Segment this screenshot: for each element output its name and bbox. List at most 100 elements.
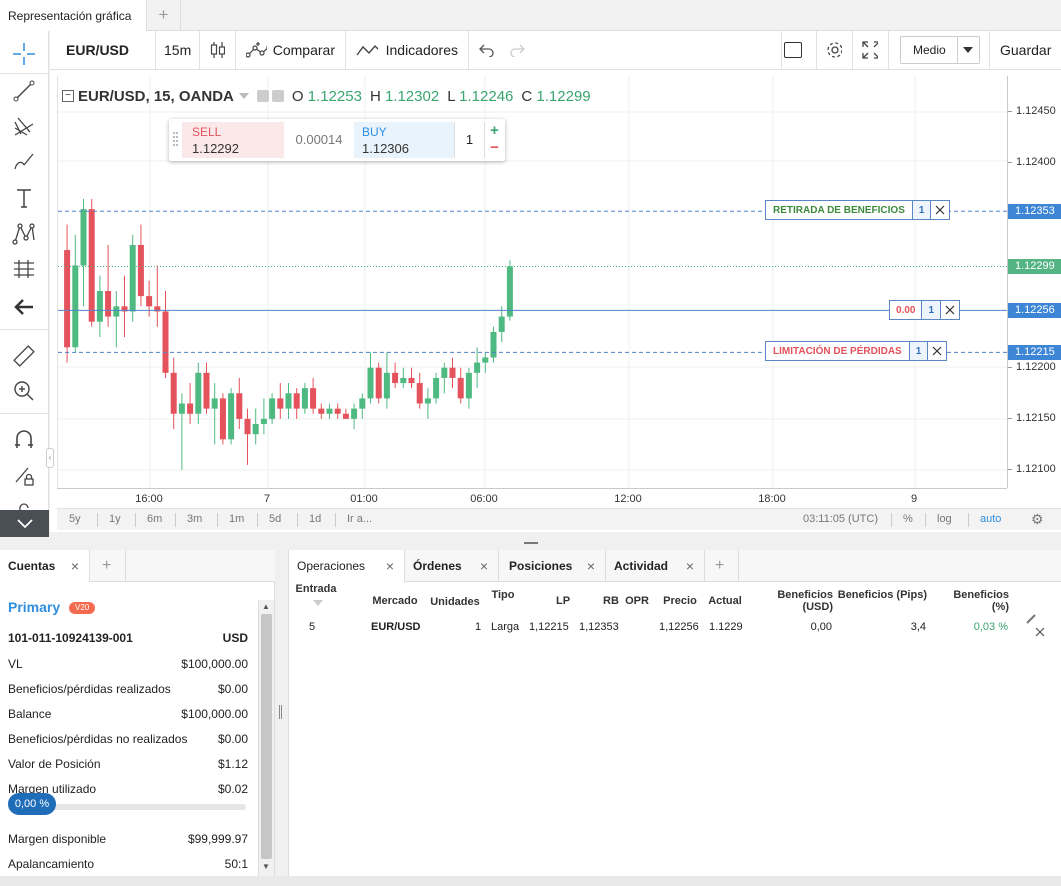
take-profit-close[interactable] (931, 201, 949, 219)
account-row-label: Balance (8, 707, 52, 721)
account-row-label: Margen disponible (8, 832, 107, 846)
candle (211, 383, 218, 445)
candle (121, 275, 128, 338)
scroll-down-icon[interactable]: ▼ (262, 862, 270, 871)
price-axis[interactable]: 1.12450 1.12400 1.12200 1.12150 1.12100 1.123… (1007, 76, 1061, 488)
price-tick-label: 1.12450 (1008, 105, 1056, 117)
chevron-down-icon (16, 518, 33, 528)
range-button[interactable]: 1m (229, 513, 244, 525)
prediction-icon[interactable] (8, 254, 40, 284)
panel-divider[interactable] (0, 537, 1061, 550)
close-icon[interactable]: × (71, 558, 79, 574)
range-separator (968, 513, 969, 527)
compare-icon (246, 42, 267, 58)
edit-icon[interactable] (1026, 614, 1036, 624)
stop-loss-order[interactable]: LIMITACIÓN DE PÉRDIDAS 1 (765, 341, 948, 361)
add-tab-icon[interactable]: + (147, 0, 181, 31)
stop-loss-close[interactable] (928, 342, 946, 360)
crosshair-icon[interactable] (8, 39, 40, 69)
fullscreen-button[interactable] (853, 31, 889, 69)
time-axis[interactable]: 16:00 7 01:00 06:00 12:00 18:00 9 (57, 488, 1007, 508)
log-toggle[interactable]: log (937, 513, 952, 525)
redo-icon[interactable] (509, 43, 525, 57)
candle (162, 291, 169, 378)
gear-icon[interactable]: ⚙ (1031, 511, 1044, 528)
margin-percent-badge: 0,00 % (8, 793, 56, 815)
arrow-left-icon[interactable] (8, 292, 40, 322)
ruler-icon[interactable] (8, 341, 40, 371)
indicators-button[interactable]: Indicadores (346, 31, 469, 69)
chart-legend: − EUR/USD, 15, OANDA O 1.12253 H 1.12302… (62, 85, 591, 107)
account-row-label: VL (8, 657, 23, 671)
settings-icon[interactable] (271, 90, 284, 102)
close-icon (945, 305, 955, 315)
scroll-up-icon[interactable]: ▲ (262, 602, 270, 611)
collapse-toolbar-button[interactable] (0, 510, 49, 537)
range-button[interactable]: 1y (109, 513, 121, 525)
zoom-in-icon[interactable] (8, 376, 40, 406)
range-button[interactable]: 5d (269, 513, 281, 525)
position-line-label[interactable]: 0.00 1 (889, 300, 961, 320)
auto-toggle[interactable]: auto (980, 513, 1001, 525)
add-tab-icon[interactable]: + (90, 550, 126, 582)
increase-quantity-button[interactable]: + (484, 122, 504, 140)
compare-button[interactable]: Comparar (236, 31, 346, 69)
compare-label: Comparar (272, 42, 335, 58)
take-profit-label: RETIRADA DE BENEFICIOS (766, 201, 913, 219)
pattern-icon[interactable] (8, 219, 40, 249)
scrollbar-thumb[interactable] (261, 614, 272, 859)
drag-handle-icon[interactable] (173, 132, 178, 146)
candle (260, 398, 267, 435)
caret-down-icon[interactable] (238, 93, 249, 99)
range-button[interactable]: 1d (309, 513, 321, 525)
resize-handle-icon[interactable] (524, 542, 538, 544)
range-button[interactable]: Ir a... (347, 513, 372, 525)
decrease-quantity-button[interactable]: − (484, 140, 504, 158)
candle (170, 357, 177, 430)
range-button[interactable]: 3m (187, 513, 202, 525)
brush-icon[interactable] (8, 146, 40, 176)
candle (408, 367, 415, 389)
trend-line-icon[interactable] (8, 76, 40, 106)
percent-toggle[interactable]: % (903, 513, 913, 525)
pitchfork-icon[interactable] (8, 111, 40, 141)
account-row-value: $1.12 (217, 757, 248, 771)
last-price-label: 1.12299 (1008, 259, 1061, 275)
account-row-label: Apalancamiento (8, 857, 95, 871)
interval-button[interactable]: 15m (156, 31, 200, 69)
tab-chart[interactable]: Representación gráfica (0, 0, 147, 31)
close-icon (936, 205, 945, 215)
settings-button[interactable] (817, 31, 853, 69)
table-row[interactable]: 5 EUR/USD 1 Larga 1,12215 1,12353 1,12256 1.122… (289, 550, 1061, 650)
collapse-legend-icon[interactable]: − (62, 90, 74, 102)
collapse-handle[interactable]: ‹ (46, 448, 54, 468)
save-button[interactable]: Guardar (989, 31, 1061, 69)
low-key: L (447, 87, 455, 105)
position-price-label: 1.12256 (1008, 303, 1061, 319)
take-profit-order[interactable]: RETIRADA DE BENEFICIOS 1 (765, 200, 951, 220)
lock-drawing-icon[interactable] (8, 461, 40, 491)
sell-button[interactable]: SELL 1.12292 (182, 122, 284, 158)
undo-icon[interactable] (479, 43, 495, 57)
text-icon[interactable] (8, 183, 40, 213)
range-button[interactable]: 6m (147, 513, 162, 525)
accounts-scrollbar[interactable]: ▲ ▼ (258, 600, 274, 876)
magnet-icon[interactable] (8, 425, 40, 455)
cell-price: 1,12256 (659, 621, 699, 633)
candle (178, 393, 185, 470)
size-select[interactable]: Medio (900, 36, 980, 64)
layout-button[interactable] (781, 31, 817, 69)
symbol-search-button[interactable]: EUR/USD (50, 31, 156, 69)
tab-accounts[interactable]: Cuentas × (0, 550, 90, 582)
position-close[interactable] (941, 301, 959, 319)
buy-button[interactable]: BUY 1.12306 (354, 122, 454, 158)
close-icon[interactable] (1035, 627, 1045, 637)
vertical-resize-icon[interactable] (279, 705, 282, 719)
candle (392, 362, 399, 389)
visibility-icon[interactable] (256, 90, 269, 102)
range-button[interactable]: 5y (69, 513, 81, 525)
quantity-input[interactable]: 1 (454, 122, 484, 158)
candle (88, 198, 95, 327)
chart-toolbar: EUR/USD 15m Comparar Indicadores Medio G… (50, 31, 1061, 70)
chart-style-button[interactable] (200, 31, 236, 69)
